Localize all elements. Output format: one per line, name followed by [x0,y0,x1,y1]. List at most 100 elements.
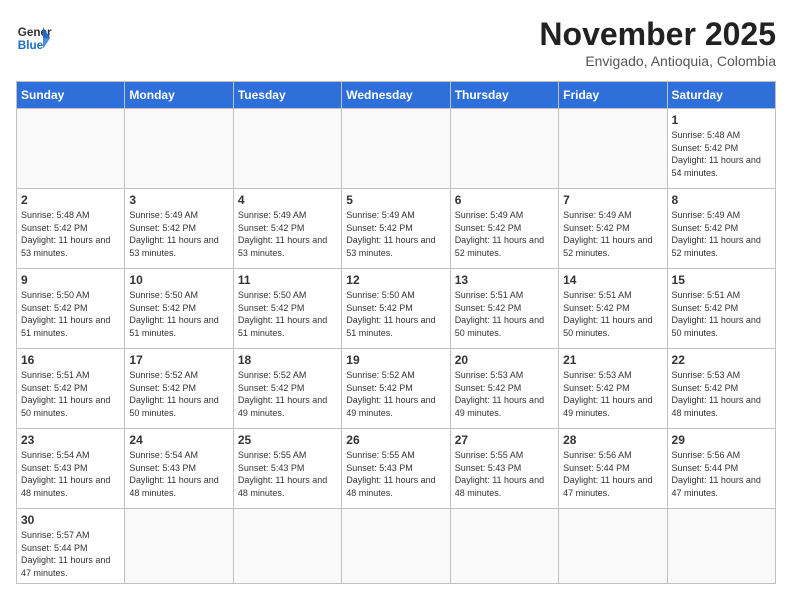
cell-content: Sunrise: 5:49 AM Sunset: 5:42 PM Dayligh… [672,209,771,259]
calendar-cell: 10 Sunrise: 5:50 AM Sunset: 5:42 PM Dayli… [125,269,233,349]
cell-content: Sunrise: 5:49 AM Sunset: 5:42 PM Dayligh… [563,209,662,259]
day-number: 27 [455,433,554,447]
cell-content: Sunrise: 5:50 AM Sunset: 5:42 PM Dayligh… [21,289,120,339]
day-number: 25 [238,433,337,447]
calendar-cell: 6 Sunrise: 5:49 AM Sunset: 5:42 PM Daylig… [450,189,558,269]
day-number: 8 [672,193,771,207]
calendar-cell [125,509,233,584]
day-number: 20 [455,353,554,367]
day-number: 11 [238,273,337,287]
calendar-cell: 4 Sunrise: 5:49 AM Sunset: 5:42 PM Daylig… [233,189,341,269]
cell-content: Sunrise: 5:52 AM Sunset: 5:42 PM Dayligh… [238,369,337,419]
cell-content: Sunrise: 5:51 AM Sunset: 5:42 PM Dayligh… [21,369,120,419]
calendar-cell: 29Sunrise: 5:56 AM Sunset: 5:44 PM Dayli… [667,429,775,509]
calendar-cell [17,109,125,189]
calendar-cell: 22 Sunrise: 5:53 AM Sunset: 5:42 PM Dayli… [667,349,775,429]
calendar-cell: 27Sunrise: 5:55 AM Sunset: 5:43 PM Dayli… [450,429,558,509]
calendar-cell: 28 Sunrise: 5:56 AM Sunset: 5:44 PM Dayli… [559,429,667,509]
day-header: Monday [125,82,233,109]
cell-content: Sunrise: 5:53 AM Sunset: 5:42 PM Dayligh… [455,369,554,419]
calendar-cell: 8 Sunrise: 5:49 AM Sunset: 5:42 PM Daylig… [667,189,775,269]
location: Envigado, Antioquia, Colombia [539,53,776,69]
cell-content: Sunrise: 5:53 AM Sunset: 5:42 PM Dayligh… [672,369,771,419]
day-number: 3 [129,193,228,207]
day-number: 15 [672,273,771,287]
calendar-cell: 17Sunrise: 5:52 AM Sunset: 5:42 PM Dayli… [125,349,233,429]
calendar-week-row: 2 Sunrise: 5:48 AM Sunset: 5:42 PM Daylig… [17,189,776,269]
day-header: Wednesday [342,82,450,109]
cell-content: Sunrise: 5:55 AM Sunset: 5:43 PM Dayligh… [238,449,337,499]
cell-content: Sunrise: 5:54 AM Sunset: 5:43 PM Dayligh… [21,449,120,499]
calendar-week-row: 16 Sunrise: 5:51 AM Sunset: 5:42 PM Dayli… [17,349,776,429]
cell-content: Sunrise: 5:54 AM Sunset: 5:43 PM Dayligh… [129,449,228,499]
calendar-week-row: 1Sunrise: 5:48 AM Sunset: 5:42 PM Daylig… [17,109,776,189]
cell-content: Sunrise: 5:55 AM Sunset: 5:43 PM Dayligh… [346,449,445,499]
calendar-cell: 1Sunrise: 5:48 AM Sunset: 5:42 PM Daylig… [667,109,775,189]
day-number: 5 [346,193,445,207]
calendar-cell: 14 Sunrise: 5:51 AM Sunset: 5:42 PM Dayli… [559,269,667,349]
cell-content: Sunrise: 5:49 AM Sunset: 5:42 PM Dayligh… [346,209,445,259]
day-number: 1 [672,113,771,127]
logo: General Blue [16,16,52,56]
calendar-cell [125,109,233,189]
day-number: 24 [129,433,228,447]
cell-content: Sunrise: 5:52 AM Sunset: 5:42 PM Dayligh… [346,369,445,419]
calendar-cell: 11Sunrise: 5:50 AM Sunset: 5:42 PM Dayli… [233,269,341,349]
day-number: 26 [346,433,445,447]
calendar-cell: 21Sunrise: 5:53 AM Sunset: 5:42 PM Dayli… [559,349,667,429]
day-number: 4 [238,193,337,207]
day-number: 12 [346,273,445,287]
day-header: Saturday [667,82,775,109]
calendar-cell: 2 Sunrise: 5:48 AM Sunset: 5:42 PM Daylig… [17,189,125,269]
day-number: 23 [21,433,120,447]
calendar-header-row: SundayMondayTuesdayWednesdayThursdayFrid… [17,82,776,109]
logo-icon: General Blue [16,20,52,56]
calendar-cell: 9 Sunrise: 5:50 AM Sunset: 5:42 PM Daylig… [17,269,125,349]
calendar-cell [233,509,341,584]
day-number: 9 [21,273,120,287]
day-number: 10 [129,273,228,287]
day-number: 14 [563,273,662,287]
calendar-cell: 26 Sunrise: 5:55 AM Sunset: 5:43 PM Dayli… [342,429,450,509]
calendar-cell [233,109,341,189]
calendar-cell [667,509,775,584]
day-number: 6 [455,193,554,207]
day-header: Tuesday [233,82,341,109]
calendar-cell: 25 Sunrise: 5:55 AM Sunset: 5:43 PM Dayli… [233,429,341,509]
calendar-cell: 24 Sunrise: 5:54 AM Sunset: 5:43 PM Dayli… [125,429,233,509]
cell-content: Sunrise: 5:56 AM Sunset: 5:44 PM Dayligh… [563,449,662,499]
cell-content: Sunrise: 5:49 AM Sunset: 5:42 PM Dayligh… [129,209,228,259]
calendar-cell: 30Sunrise: 5:57 AM Sunset: 5:44 PM Dayli… [17,509,125,584]
cell-content: Sunrise: 5:49 AM Sunset: 5:42 PM Dayligh… [238,209,337,259]
day-number: 2 [21,193,120,207]
calendar-cell: 19Sunrise: 5:52 AM Sunset: 5:42 PM Dayli… [342,349,450,429]
calendar-cell: 20 Sunrise: 5:53 AM Sunset: 5:42 PM Dayli… [450,349,558,429]
calendar-cell [342,509,450,584]
day-number: 28 [563,433,662,447]
cell-content: Sunrise: 5:51 AM Sunset: 5:42 PM Dayligh… [672,289,771,339]
calendar-cell: 23 Sunrise: 5:54 AM Sunset: 5:43 PM Dayli… [17,429,125,509]
day-number: 22 [672,353,771,367]
calendar-week-row: 23 Sunrise: 5:54 AM Sunset: 5:43 PM Dayli… [17,429,776,509]
cell-content: Sunrise: 5:51 AM Sunset: 5:42 PM Dayligh… [563,289,662,339]
day-number: 16 [21,353,120,367]
calendar-cell: 5 Sunrise: 5:49 AM Sunset: 5:42 PM Daylig… [342,189,450,269]
day-header: Thursday [450,82,558,109]
cell-content: Sunrise: 5:49 AM Sunset: 5:42 PM Dayligh… [455,209,554,259]
calendar-week-row: 30Sunrise: 5:57 AM Sunset: 5:44 PM Dayli… [17,509,776,584]
day-number: 13 [455,273,554,287]
day-number: 18 [238,353,337,367]
month-title: November 2025 [539,16,776,53]
calendar-cell: 13 Sunrise: 5:51 AM Sunset: 5:42 PM Dayli… [450,269,558,349]
svg-text:Blue: Blue [18,39,44,52]
cell-content: Sunrise: 5:50 AM Sunset: 5:42 PM Dayligh… [129,289,228,339]
calendar-cell [450,109,558,189]
cell-content: Sunrise: 5:51 AM Sunset: 5:42 PM Dayligh… [455,289,554,339]
calendar-cell [559,109,667,189]
day-number: 21 [563,353,662,367]
day-header: Friday [559,82,667,109]
title-area: November 2025 Envigado, Antioquia, Colom… [539,16,776,69]
calendar-cell: 7Sunrise: 5:49 AM Sunset: 5:42 PM Daylig… [559,189,667,269]
calendar-cell [559,509,667,584]
cell-content: Sunrise: 5:48 AM Sunset: 5:42 PM Dayligh… [21,209,120,259]
